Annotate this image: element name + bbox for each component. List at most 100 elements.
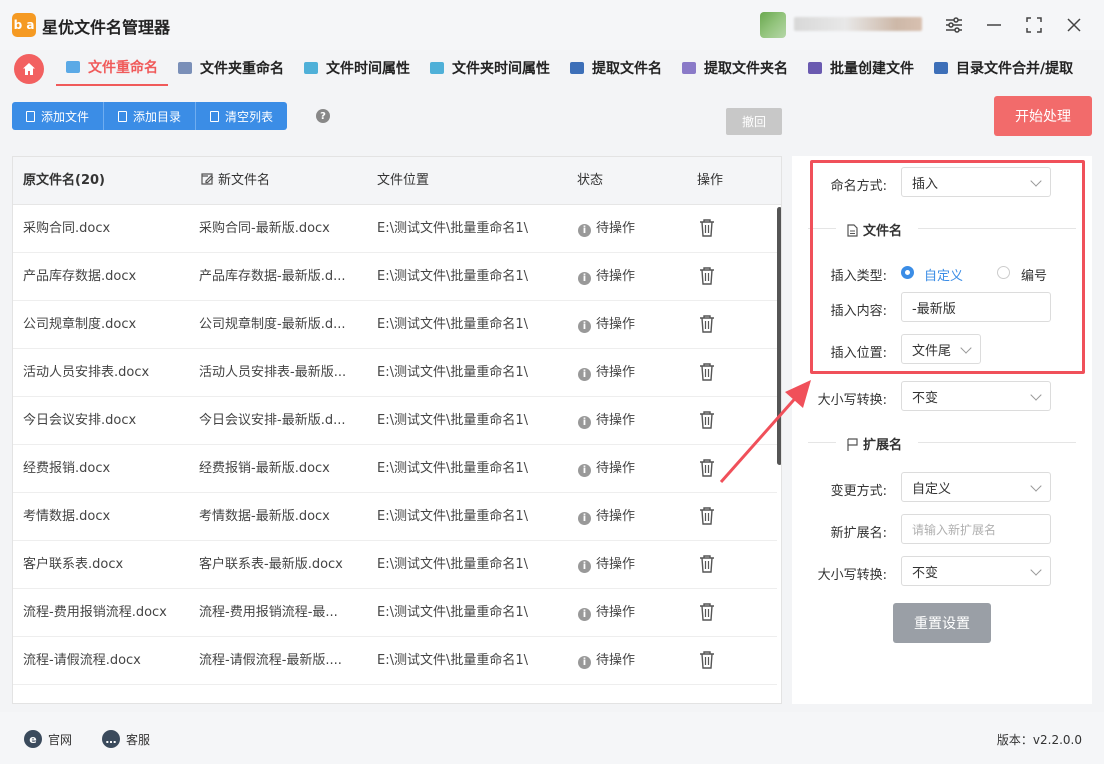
- extension-section-title: 扩展名: [847, 434, 902, 453]
- home-button[interactable]: [14, 54, 44, 84]
- home-icon: [23, 63, 35, 75]
- table-row[interactable]: 经费报销.docx 经费报销-最新版.docx E:\测试文件\批量重命名1\ i 待操…: [13, 445, 777, 493]
- table-row[interactable]: 流程-费用报销流程.docx 流程-费用报销流程-最... E:\测试文件\批量重命…: [13, 589, 777, 637]
- info-icon: i: [578, 224, 591, 237]
- maximize-icon[interactable]: [1021, 12, 1047, 38]
- cell-original-name: 流程-请假流程.docx: [23, 653, 141, 668]
- trash-icon[interactable]: [699, 651, 715, 669]
- trash-icon[interactable]: [699, 555, 715, 573]
- cell-original-name: 经费报销.docx: [23, 461, 111, 476]
- insert-position-select[interactable]: 文件尾: [901, 334, 981, 364]
- cell-original-name: 产品库存数据.docx: [23, 269, 137, 284]
- tab-icon: [682, 62, 696, 74]
- annotation-arrow: [719, 380, 811, 483]
- edit-icon: [201, 173, 214, 185]
- table-row[interactable]: 公司规章制度.docx 公司规章制度-最新版.d... E:\测试文件\批量重命名1…: [13, 301, 777, 349]
- cell-location: E:\测试文件\批量重命名1\: [377, 605, 529, 620]
- settings-icon[interactable]: [941, 12, 967, 38]
- chevron-down-icon: [1030, 480, 1042, 492]
- tab-2[interactable]: 文件时间属性: [294, 50, 420, 86]
- cell-status: i 待操作: [578, 301, 678, 349]
- case-convert-select[interactable]: 不变: [901, 381, 1051, 411]
- naming-mode-label: 命名方式:: [830, 179, 887, 194]
- table-header: 原文件名(20) 新文件名 文件位置 状态 操作: [13, 157, 781, 205]
- tab-7[interactable]: 目录文件合并/提取: [924, 50, 1083, 86]
- undo-button[interactable]: 撤回: [726, 108, 782, 135]
- cell-original-name: 流程-费用报销流程.docx: [23, 605, 167, 620]
- header-action: 操作: [697, 173, 724, 188]
- help-icon[interactable]: ?: [316, 109, 330, 123]
- add-file-button[interactable]: 添加文件: [12, 102, 105, 130]
- table-row[interactable]: 考情数据.docx 考情数据-最新版.docx E:\测试文件\批量重命名1\ i 待操…: [13, 493, 777, 541]
- new-extension-input[interactable]: 请输入新扩展名: [901, 514, 1051, 544]
- table-row[interactable]: 客户联系表.docx 客户联系表-最新版.docx E:\测试文件\批量重命名1\ i…: [13, 541, 777, 589]
- info-icon: i: [578, 416, 591, 429]
- naming-mode-select[interactable]: 插入: [901, 167, 1051, 197]
- table-row[interactable]: 采购合同.docx 采购合同-最新版.docx E:\测试文件\批量重命名1\ i 待操…: [13, 205, 777, 253]
- cell-status: i 待操作: [578, 541, 678, 589]
- footer: e 官网 … 客服 版本：v2.2.0.0: [0, 712, 1104, 764]
- tab-6[interactable]: 批量创建文件: [798, 50, 924, 86]
- filename-section-title: 文件名: [847, 220, 902, 239]
- trash-icon[interactable]: [699, 315, 715, 333]
- insert-content-input[interactable]: -最新版: [901, 292, 1051, 322]
- trash-icon[interactable]: [699, 603, 715, 621]
- insert-type-number-label[interactable]: 编号: [1021, 265, 1047, 284]
- start-processing-button[interactable]: 开始处理: [994, 96, 1092, 136]
- user-avatar[interactable]: [760, 12, 786, 38]
- trash-icon[interactable]: [699, 459, 715, 477]
- extension-case-select[interactable]: 不变: [901, 556, 1051, 586]
- trash-icon[interactable]: [699, 363, 715, 381]
- table-row-partial: [13, 685, 777, 703]
- reset-settings-button[interactable]: 重置设置: [893, 603, 991, 643]
- title-bar: b a 星优文件名管理器: [0, 0, 1104, 50]
- table-row[interactable]: 流程-请假流程.docx 流程-请假流程-最新版.... E:\测试文件\批量重命名…: [13, 637, 777, 685]
- tab-icon: [304, 62, 318, 74]
- cell-location: E:\测试文件\批量重命名1\: [377, 509, 529, 524]
- insert-type-number-radio[interactable]: [997, 266, 1010, 279]
- divider: [918, 228, 1076, 229]
- table-row[interactable]: 活动人员安排表.docx 活动人员安排表-最新版... E:\测试文件\批量重命名1…: [13, 349, 777, 397]
- minimize-icon[interactable]: [981, 12, 1007, 38]
- app-title: 星优文件名管理器: [42, 18, 171, 37]
- file-icon: [26, 110, 35, 122]
- chevron-down-icon: [1030, 175, 1042, 187]
- cell-location: E:\测试文件\批量重命名1\: [377, 413, 529, 428]
- tab-1[interactable]: 文件夹重命名: [168, 50, 294, 86]
- cell-status: i 待操作: [578, 397, 678, 445]
- cell-new-name: 公司规章制度-最新版.d...: [199, 317, 346, 332]
- support-link[interactable]: … 客服: [102, 730, 150, 748]
- insert-type-custom-label[interactable]: 自定义: [924, 265, 963, 284]
- file-icon: [118, 110, 128, 122]
- table-row[interactable]: 产品库存数据.docx 产品库存数据-最新版.d... E:\测试文件\批量重命名1…: [13, 253, 777, 301]
- info-icon: i: [578, 656, 591, 669]
- cell-location: E:\测试文件\批量重命名1\: [377, 365, 529, 380]
- info-icon: i: [578, 368, 591, 381]
- cell-new-name: 客户联系表-最新版.docx: [199, 557, 343, 572]
- insert-content-label: 插入内容:: [830, 304, 887, 319]
- table-row[interactable]: 今日会议安排.docx 今日会议安排-最新版.d... E:\测试文件\批量重命名1…: [13, 397, 777, 445]
- trash-icon[interactable]: [699, 267, 715, 285]
- tab-icon: [934, 62, 948, 74]
- website-link[interactable]: e 官网: [24, 730, 72, 748]
- tab-3[interactable]: 文件夹时间属性: [420, 50, 560, 86]
- cell-original-name: 客户联系表.docx: [23, 557, 124, 572]
- chevron-down-icon: [1030, 389, 1042, 401]
- close-icon[interactable]: [1061, 12, 1087, 38]
- tab-0[interactable]: 文件重命名: [56, 50, 168, 86]
- cell-original-name: 活动人员安排表.docx: [23, 365, 150, 380]
- trash-icon[interactable]: [699, 507, 715, 525]
- divider: [808, 228, 836, 229]
- add-directory-button[interactable]: 添加目录: [104, 102, 197, 130]
- cell-original-name: 今日会议安排.docx: [23, 413, 137, 428]
- cell-location: E:\测试文件\批量重命名1\: [377, 557, 529, 572]
- trash-icon[interactable]: [699, 411, 715, 429]
- info-icon: i: [578, 560, 591, 573]
- tab-4[interactable]: 提取文件名: [560, 50, 672, 86]
- clear-list-button[interactable]: 清空列表: [196, 102, 288, 130]
- extension-case-label: 大小写转换:: [817, 568, 887, 583]
- insert-type-custom-radio[interactable]: [901, 266, 914, 279]
- change-mode-select[interactable]: 自定义: [901, 472, 1051, 502]
- tab-5[interactable]: 提取文件夹名: [672, 50, 798, 86]
- trash-icon[interactable]: [699, 219, 715, 237]
